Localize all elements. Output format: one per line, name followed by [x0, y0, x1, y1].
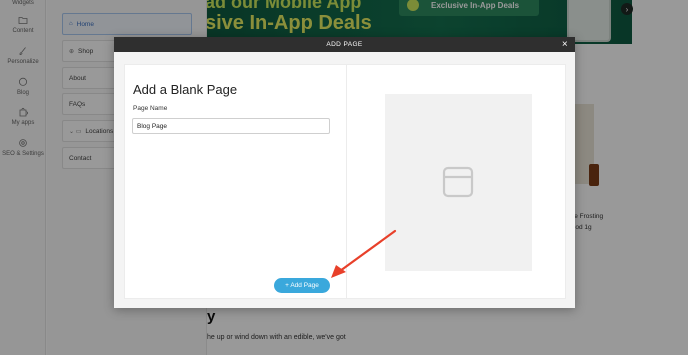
form-title: Add a Blank Page — [133, 82, 238, 97]
page-preview — [385, 94, 532, 271]
form-pane: Add a Blank Page Page Name — [125, 65, 347, 298]
modal-title: ADD PAGE — [326, 41, 363, 48]
modal-body: Add a Blank Page Page Name — [124, 64, 566, 299]
page-name-input[interactable] — [132, 118, 330, 134]
page-name-label: Page Name — [133, 105, 168, 112]
close-button[interactable]: × — [559, 37, 571, 52]
add-page-button[interactable]: + Add Page — [274, 278, 330, 293]
preview-pane — [347, 65, 565, 298]
blank-page-icon — [442, 166, 474, 198]
add-page-modal: ADD PAGE × Add a Blank Page Page Name + … — [114, 37, 575, 308]
modal-header: ADD PAGE × — [114, 37, 575, 52]
